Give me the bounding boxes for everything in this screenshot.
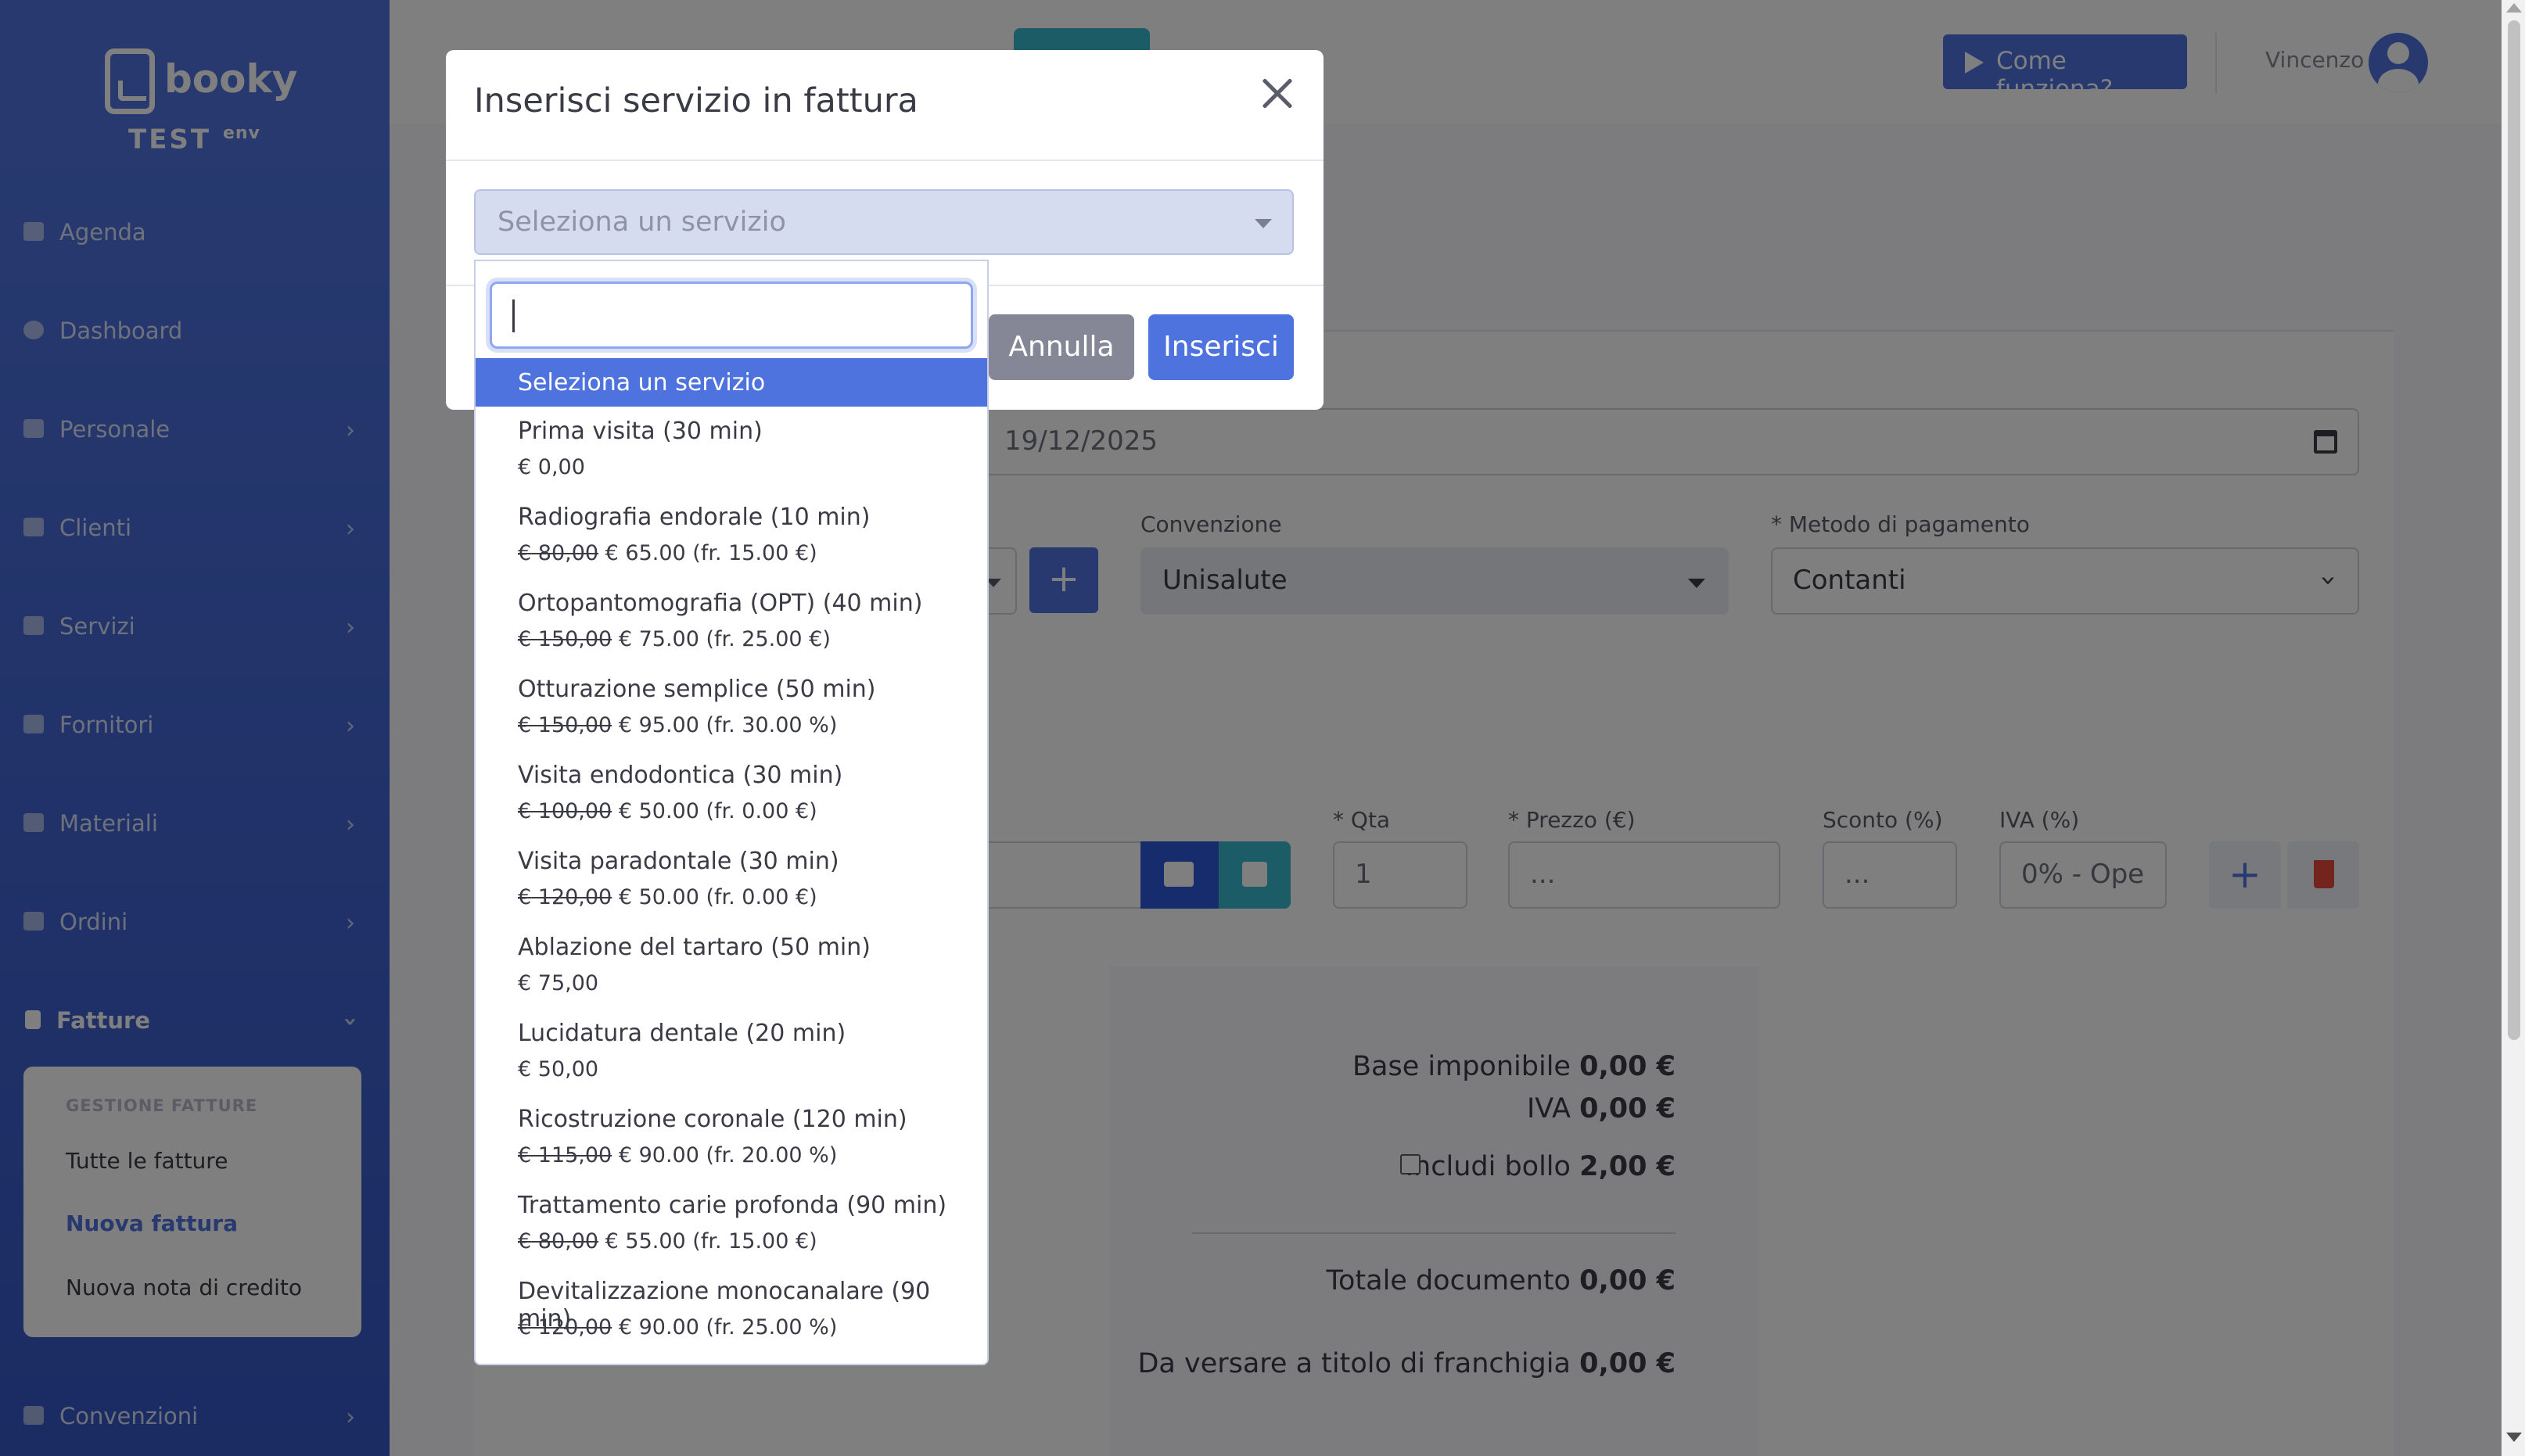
option-old-price: € 150,00 [518,627,612,651]
dropdown-option[interactable]: Radiografia endorale (10 min) € 80,00 € 6… [476,497,987,583]
option-old-price: € 100,00 [518,799,612,823]
dropdown-option[interactable]: Devitalizzazione monocanalare (90 min) € … [476,1271,987,1357]
option-old-price: € 80,00 [518,1229,599,1253]
option-name: Otturazione semplice (50 min) [518,676,876,703]
option-old-price: € 115,00 [518,1143,612,1167]
option-name: Ablazione del tartaro (50 min) [518,934,871,961]
option-name: Lucidatura dentale (20 min) [518,1020,846,1047]
dropdown-search-input[interactable] [490,282,973,349]
insert-button[interactable]: Inserisci [1148,314,1294,380]
option-current-price: € 90.00 (fr. 25.00 %) [618,1315,838,1339]
dropdown-option[interactable]: Lucidatura dentale (20 min) € 50,00 [476,1013,987,1099]
dropdown-option[interactable]: Ablazione del tartaro (50 min) € 75,00 [476,927,987,1013]
option-current-price: € 75,00 [518,971,599,995]
close-icon[interactable] [1255,69,1305,119]
option-price: € 120,00 € 90.00 (fr. 25.00 %) [518,1315,837,1339]
dropdown-option[interactable]: Otturazione semplice (50 min) € 150,00 € … [476,669,987,755]
modal-header-divider [446,160,1324,161]
option-price: € 50,00 [518,1057,598,1081]
option-price: € 120,00 € 50.00 (fr. 0.00 €) [518,885,817,909]
option-price: € 80,00 € 65.00 (fr. 15.00 €) [518,541,817,565]
option-name: Prima visita (30 min) [518,418,763,445]
dropdown-option[interactable]: Ortopantomografia (OPT) (40 min) € 150,00… [476,583,987,669]
option-price: € 80,00 € 55.00 (fr. 15.00 €) [518,1229,817,1253]
option-price: € 150,00 € 95.00 (fr. 30.00 %) [518,713,837,737]
dropdown-option[interactable]: Prima visita (30 min) € 0,00 [476,411,987,497]
caret-down-icon [1255,219,1272,228]
option-current-price: € 90.00 (fr. 20.00 %) [618,1143,838,1167]
option-price: € 150,00 € 75.00 (fr. 25.00 €) [518,627,831,651]
option-name: Ricostruzione coronale (120 min) [518,1106,907,1133]
option-old-price: € 120,00 [518,1315,612,1339]
dropdown-option-placeholder[interactable]: Seleziona un servizio [476,358,987,407]
option-price: € 115,00 € 90.00 (fr. 20.00 %) [518,1143,837,1167]
option-current-price: € 0,00 [518,455,585,479]
option-name: Radiografia endorale (10 min) [518,504,871,531]
option-price: € 75,00 [518,971,598,995]
option-old-price: € 120,00 [518,885,612,909]
option-name: Trattamento carie profonda (90 min) [518,1192,947,1219]
scroll-up-arrow-icon[interactable] [2506,3,2522,13]
option-current-price: € 55.00 (fr. 15.00 €) [605,1229,817,1253]
dropdown-option[interactable]: Visita paradontale (30 min) € 120,00 € 50… [476,841,987,927]
service-select[interactable]: Seleziona un servizio [474,189,1294,255]
option-current-price: € 65.00 (fr. 15.00 €) [605,541,817,565]
scroll-down-arrow-icon[interactable] [2506,1433,2522,1442]
modal-title: Inserisci servizio in fattura [474,81,918,120]
option-name: Ortopantomografia (OPT) (40 min) [518,590,923,617]
dropdown-option[interactable]: Trattamento carie profonda (90 min) € 80,… [476,1185,987,1271]
option-current-price: € 50,00 [518,1057,599,1081]
option-name: Visita endodontica (30 min) [518,762,843,789]
option-name: Visita paradontale (30 min) [518,848,839,875]
scrollbar-thumb[interactable] [2508,20,2520,1040]
option-price: € 100,00 € 50.00 (fr. 0.00 €) [518,799,817,823]
option-current-price: € 75.00 (fr. 25.00 €) [618,627,831,651]
cancel-button[interactable]: Annulla [989,314,1134,380]
text-cursor [512,299,515,332]
option-old-price: € 80,00 [518,541,599,565]
option-current-price: € 50.00 (fr. 0.00 €) [618,799,817,823]
dropdown-option[interactable]: Ricostruzione coronale (120 min) € 115,00… [476,1099,987,1185]
dropdown-option[interactable]: Visita endodontica (30 min) € 100,00 € 50… [476,755,987,841]
option-old-price: € 150,00 [518,713,612,737]
option-current-price: € 50.00 (fr. 0.00 €) [618,885,817,909]
option-price: € 0,00 [518,455,585,479]
option-current-price: € 95.00 (fr. 30.00 %) [618,713,838,737]
